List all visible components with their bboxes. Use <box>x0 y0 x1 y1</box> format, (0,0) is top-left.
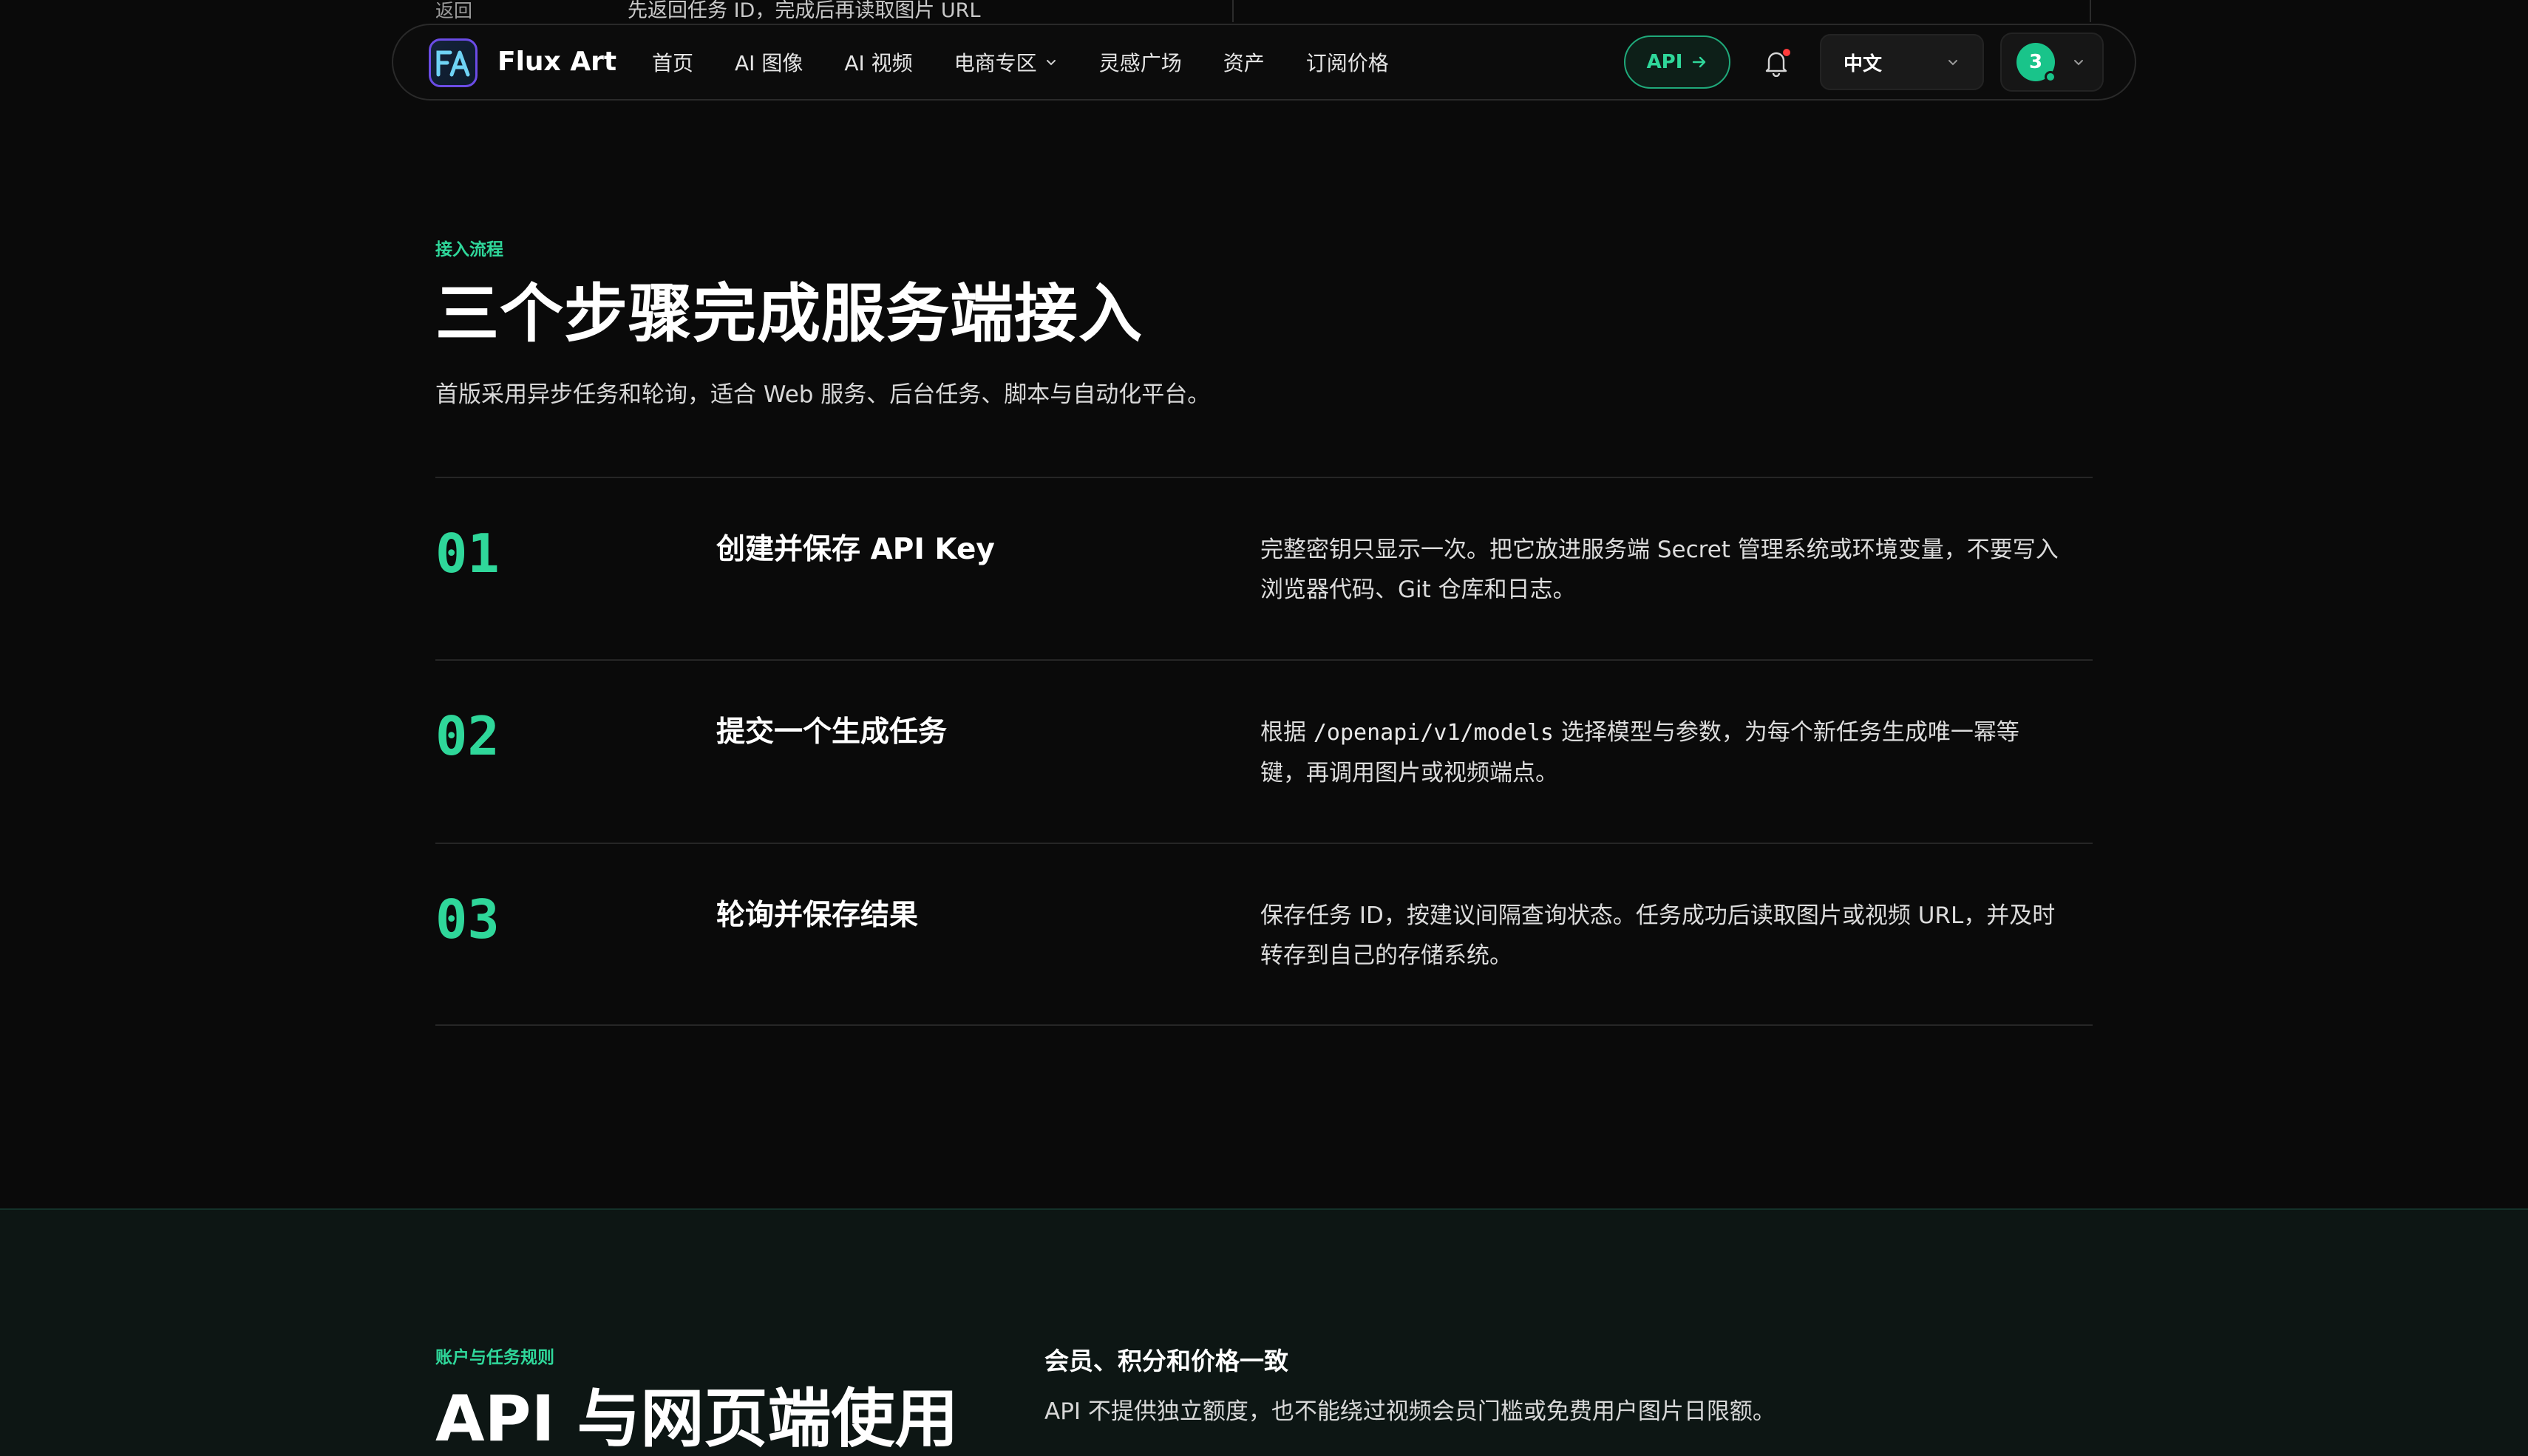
step-desc-line: 转存到自己的存储系统。 <box>1260 942 1512 969</box>
step-description: 保存任务 ID，按建议间隔查询状态。任务成功后读取图片或视频 URL，并及时 转… <box>1260 896 2081 976</box>
nav-item-pricing[interactable]: 订阅价格 <box>1306 47 1389 77</box>
step-title: 轮询并保存结果 <box>716 899 919 932</box>
nav-item-label: 首页 <box>652 51 694 75</box>
step-desc-line: 根据 /openapi/v1/models 选择模型与参数，为每个新任务生成唯一… <box>1260 712 2081 753</box>
step-title: 提交一个生成任务 <box>716 715 948 749</box>
step-title: 创建并保存 API Key <box>716 533 995 566</box>
nav-item-inspiration[interactable]: 灵感广场 <box>1099 47 1182 77</box>
step-description: 完整密钥只显示一次。把它放进服务端 Secret 管理系统或环境变量，不要写入 … <box>1260 530 2081 610</box>
remnant-label: 返回 <box>435 0 473 21</box>
step-item: 01 创建并保存 API Key 完整密钥只显示一次。把它放进服务端 Secre… <box>435 478 2093 659</box>
table-divider <box>1232 0 1234 22</box>
language-value: 中文 <box>1844 52 1883 75</box>
top-nav-bar: Flux Art 首页 AI 图像 AI 视频 电商专区 灵感广场 资产 订阅价… <box>392 24 2136 101</box>
step-desc-text: 根据 <box>1260 719 1314 746</box>
arrow-right-icon <box>1693 56 1706 68</box>
chevron-down-icon <box>1948 60 1957 66</box>
api-button[interactable]: API <box>1624 35 1730 89</box>
brand-name[interactable]: Flux Art <box>497 25 616 99</box>
avatar: 3 <box>2016 43 2056 83</box>
section-title: API 与网页端使用 <box>435 1382 959 1456</box>
remnant-text: 先返回任务 ID，完成后再读取图片 URL <box>628 0 981 22</box>
rule-subtitle: 会员、积分和价格一致 <box>1044 1347 1288 1375</box>
step-description: 根据 /openapi/v1/models 选择模型与参数，为每个新任务生成唯一… <box>1260 712 2081 793</box>
step-item: 03 轮询并保存结果 保存任务 ID，按建议间隔查询状态。任务成功后读取图片或视… <box>435 844 2093 1024</box>
nav-item-ai-image[interactable]: AI 图像 <box>735 47 803 77</box>
avatar-count: 3 <box>2028 51 2043 73</box>
step-number: 02 <box>435 705 500 767</box>
endpoint-code: /openapi/v1/models <box>1313 720 1554 746</box>
step-desc-line: 浏览器代码、Git 仓库和日志。 <box>1260 576 1576 603</box>
logo-mark <box>436 50 470 77</box>
nav-item-label: 灵感广场 <box>1098 51 1182 75</box>
user-menu[interactable]: 3 <box>2000 33 2104 92</box>
nav-item-label: 电商专区 <box>954 51 1037 75</box>
step-desc-line: 完整密钥只显示一次。把它放进服务端 Secret 管理系统或环境变量，不要写入 <box>1260 537 2059 563</box>
nav-item-label: 资产 <box>1223 51 1265 75</box>
section-title: 三个步骤完成服务端接入 <box>435 277 1143 351</box>
step-number: 03 <box>435 888 500 950</box>
account-rules-section: 账户与任务规则 API 与网页端使用 会员、积分和价格一致 API 不提供独立额… <box>0 1208 2528 1456</box>
step-desc-text: 选择模型与参数，为每个新任务生成唯一幂等 <box>1553 719 2019 746</box>
notification-dot <box>1783 49 1790 56</box>
nav-item-ai-video[interactable]: AI 视频 <box>844 47 912 77</box>
flux-art-logo-icon[interactable] <box>429 38 478 87</box>
table-divider <box>2090 0 2091 22</box>
step-desc-line: 保存任务 ID，按建议间隔查询状态。任务成功后读取图片或视频 URL，并及时 <box>1260 902 2056 929</box>
section-eyebrow: 账户与任务规则 <box>435 1348 554 1367</box>
section-lead: 首版采用异步任务和轮询，适合 Web 服务、后台任务、脚本与自动化平台。 <box>435 381 1211 408</box>
nav-item-label: 订阅价格 <box>1305 51 1389 75</box>
step-item: 02 提交一个生成任务 根据 /openapi/v1/models 选择模型与参… <box>435 661 2093 841</box>
nav-item-label: AI 视频 <box>844 51 913 75</box>
main-menu: 首页 AI 图像 AI 视频 电商专区 灵感广场 资产 订阅价格 <box>652 25 1430 99</box>
step-number: 01 <box>435 523 500 585</box>
online-status-dot <box>2045 71 2056 83</box>
chevron-down-icon <box>1046 60 1056 66</box>
language-select[interactable]: 中文 <box>1820 34 1984 90</box>
divider <box>435 1024 2093 1026</box>
scrolled-table-remnant: 返回 先返回任务 ID，完成后再读取图片 URL <box>0 0 2528 22</box>
step-desc-line: 键，再调用图片或视频端点。 <box>1260 760 1558 786</box>
section-eyebrow: 接入流程 <box>435 240 503 259</box>
nav-item-label: AI 图像 <box>735 51 803 75</box>
nav-item-assets[interactable]: 资产 <box>1223 47 1265 77</box>
nav-item-ecommerce[interactable]: 电商专区 <box>954 47 1058 77</box>
nav-item-home[interactable]: 首页 <box>652 47 693 77</box>
api-button-label: API <box>1646 51 1683 73</box>
page: 返回 先返回任务 ID，完成后再读取图片 URL Flux Art 首页 AI … <box>0 0 2528 1456</box>
notification-bell[interactable] <box>1758 44 1795 81</box>
chevron-down-icon <box>2074 60 2083 66</box>
rule-text: API 不提供独立额度，也不能绕过视频会员门槛或免费用户图片日限额。 <box>1044 1398 1776 1425</box>
